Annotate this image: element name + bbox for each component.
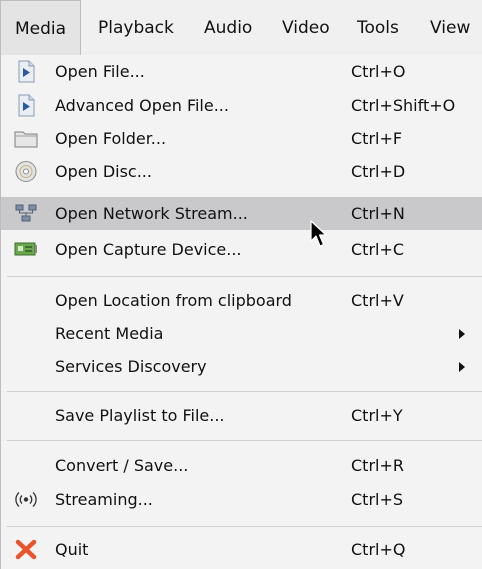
- menu-item-open-file[interactable]: Open File... Ctrl+O: [1, 55, 482, 88]
- menu-item-open-capture-device[interactable]: Open Capture Device... Ctrl+C: [1, 233, 482, 266]
- menu-separator: [7, 276, 482, 277]
- menu-item-shortcut: Ctrl+S: [351, 490, 404, 509]
- play-file-icon: [14, 94, 38, 117]
- menu-item-shortcut: Ctrl+F: [351, 129, 403, 148]
- menu-separator: [7, 440, 482, 441]
- menu-item-shortcut: Ctrl+C: [351, 240, 405, 259]
- menu-item-shortcut: Ctrl+N: [351, 204, 405, 223]
- menu-item-advanced-open-file[interactable]: Advanced Open File... Ctrl+Shift+O: [1, 89, 482, 122]
- quit-x-icon: [14, 538, 38, 561]
- menu-item-label: Streaming...: [55, 490, 153, 509]
- menu-item-open-location-clipboard[interactable]: Open Location from clipboard Ctrl+V: [1, 284, 482, 317]
- menu-item-streaming[interactable]: Streaming... Ctrl+S: [1, 483, 482, 516]
- menu-item-shortcut: Ctrl+Q: [351, 540, 406, 559]
- menu-separator: [7, 391, 482, 392]
- submenu-arrow-icon: [459, 362, 465, 372]
- menu-item-shortcut: Ctrl+R: [351, 456, 404, 475]
- menu-tools[interactable]: Tools: [343, 0, 413, 56]
- menu-item-label: Recent Media: [55, 324, 164, 343]
- menu-item-shortcut: Ctrl+O: [351, 62, 406, 81]
- menu-item-shortcut: Ctrl+V: [351, 291, 404, 310]
- mouse-pointer-icon: [310, 220, 332, 250]
- menu-bar: Media Playback Audio Video Tools View: [0, 0, 482, 56]
- menu-item-quit[interactable]: Quit Ctrl+Q: [1, 533, 482, 566]
- menu-item-label: Advanced Open File...: [55, 96, 229, 115]
- menu-item-label: Convert / Save...: [55, 456, 189, 475]
- disc-icon: [14, 160, 38, 183]
- menu-audio[interactable]: Audio: [190, 0, 266, 56]
- menu-item-label: Save Playlist to File...: [55, 406, 225, 425]
- play-file-icon: [14, 60, 38, 83]
- menu-item-services-discovery[interactable]: Services Discovery: [1, 350, 482, 383]
- network-icon: [14, 202, 38, 225]
- folder-icon: [14, 127, 38, 150]
- menu-item-label: Services Discovery: [55, 357, 207, 376]
- menu-separator: [7, 526, 482, 527]
- menu-item-recent-media[interactable]: Recent Media: [1, 317, 482, 350]
- menu-item-label: Open Folder...: [55, 129, 167, 148]
- menu-item-label: Quit: [55, 540, 89, 559]
- menu-media[interactable]: Media: [0, 0, 82, 56]
- menu-playback[interactable]: Playback: [84, 0, 188, 56]
- menu-item-shortcut: Ctrl+Y: [351, 406, 403, 425]
- menu-item-label: Open File...: [55, 62, 145, 81]
- menu-item-convert-save[interactable]: Convert / Save... Ctrl+R: [1, 449, 482, 482]
- menu-item-label: Open Location from clipboard: [55, 291, 292, 310]
- submenu-arrow-icon: [459, 329, 465, 339]
- capture-card-icon: [14, 238, 38, 261]
- menu-item-label: Open Disc...: [55, 162, 152, 181]
- menu-item-open-disc[interactable]: Open Disc... Ctrl+D: [1, 155, 482, 188]
- menu-item-shortcut: Ctrl+Shift+O: [351, 96, 456, 115]
- broadcast-icon: [14, 488, 38, 511]
- menu-item-open-folder[interactable]: Open Folder... Ctrl+F: [1, 122, 482, 155]
- menu-item-label: Open Network Stream...: [55, 204, 248, 223]
- menu-view[interactable]: View: [416, 0, 482, 56]
- media-dropdown-menu: Open File... Ctrl+O Advanced Open File..…: [0, 55, 482, 569]
- menu-item-label: Open Capture Device...: [55, 240, 242, 259]
- menu-item-shortcut: Ctrl+D: [351, 162, 406, 181]
- menu-video[interactable]: Video: [268, 0, 344, 56]
- menu-item-open-network-stream[interactable]: Open Network Stream... Ctrl+N: [1, 197, 482, 230]
- menu-item-save-playlist[interactable]: Save Playlist to File... Ctrl+Y: [1, 399, 482, 432]
